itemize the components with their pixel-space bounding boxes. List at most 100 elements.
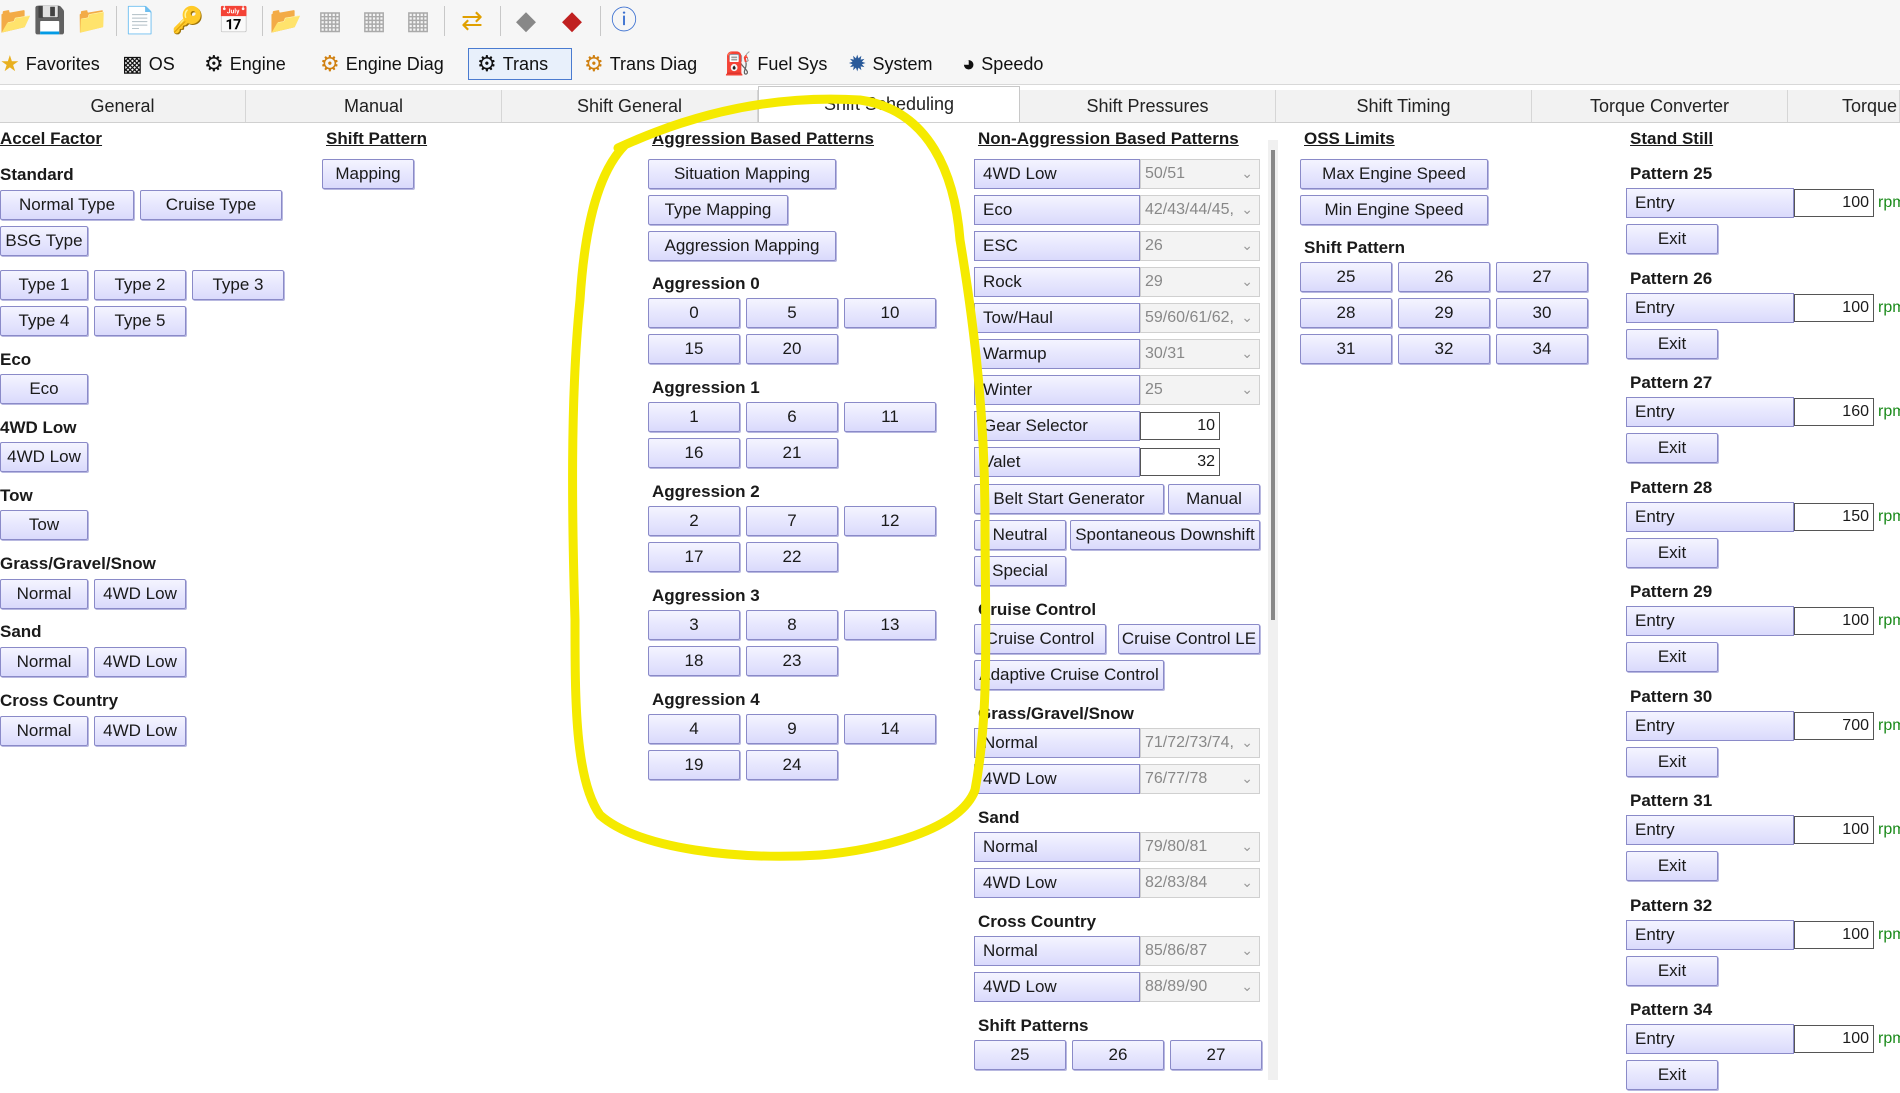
pattern-select[interactable]: 71/72/73/74, ⌄ [1140,728,1260,758]
neutral-button[interactable]: Neutral [974,520,1066,550]
nav-os[interactable]: ▩ OS [122,48,175,80]
entry-button[interactable]: Entry [1626,1024,1794,1054]
pattern-row-button[interactable]: Normal [974,728,1140,758]
pattern-select[interactable]: 42/43/44/45, ⌄ [1140,195,1260,225]
belt-start-generator-button[interactable]: Belt Start Generator [974,484,1164,514]
scrollbar-thumb[interactable] [1271,150,1275,620]
shift-pattern-button[interactable]: 25 [974,1040,1066,1070]
entry-rpm-input[interactable]: 100 [1794,816,1874,844]
entry-button[interactable]: Entry [1626,815,1794,845]
entry-rpm-input[interactable]: 100 [1794,1025,1874,1053]
type-4-button[interactable]: Type 4 [0,306,88,336]
aggression-pattern-button[interactable]: 8 [746,610,838,640]
nav-favorites[interactable]: ★ Favorites [0,48,100,80]
cruise-control-le-button[interactable]: Cruise Control LE [1118,624,1260,654]
tow-button[interactable]: Tow [0,510,88,540]
open-folder-icon[interactable]: 📂 [0,4,32,36]
exit-button[interactable]: Exit [1626,433,1718,463]
chip-icon[interactable]: ◆ [510,4,542,36]
pattern-row-button[interactable]: Eco [974,195,1140,225]
aggression-pattern-button[interactable]: 24 [746,750,838,780]
aggression-pattern-button[interactable]: 15 [648,334,740,364]
info-icon[interactable]: ⓘ [608,4,640,36]
cruise-control-button[interactable]: Cruise Control [974,624,1106,654]
type-3-button[interactable]: Type 3 [192,270,284,300]
key-user-icon[interactable]: 🔑 [172,4,204,36]
exit-button[interactable]: Exit [1626,746,1718,777]
ggs-4wd-low-button[interactable]: 4WD Low [94,579,186,609]
aggression-pattern-button[interactable]: 2 [648,506,740,536]
pattern-select[interactable]: 59/60/61/62, ⌄ [1140,303,1260,333]
exit-button[interactable]: Exit [1626,955,1718,986]
nav-engine-diag[interactable]: ⚙ Engine Diag [320,48,444,80]
shift-pattern-button[interactable]: 26 [1072,1040,1164,1070]
oss-pattern-button[interactable]: 28 [1300,298,1392,328]
pattern-row-button[interactable]: Rock [974,267,1140,297]
oss-pattern-button[interactable]: 27 [1496,262,1588,292]
oss-pattern-button[interactable]: 31 [1300,334,1392,364]
aggression-pattern-button[interactable]: 11 [844,402,936,432]
nav-engine[interactable]: ⚙ Engine [204,48,286,80]
tab-torque[interactable]: Torque [1788,90,1900,122]
tab-manual[interactable]: Manual [246,90,502,122]
pattern-row-button[interactable]: Tow/Haul [974,303,1140,333]
nav-fuel-sys[interactable]: ⛽ Fuel Sys [724,48,827,80]
adaptive-cruise-control-button[interactable]: Adaptive Cruise Control [974,660,1164,690]
type-1-button[interactable]: Type 1 [0,270,88,300]
exit-button[interactable]: Exit [1626,642,1718,672]
aggression-pattern-button[interactable]: 18 [648,646,740,676]
entry-rpm-input[interactable]: 160 [1794,398,1874,426]
aggression-pattern-button[interactable]: 9 [746,714,838,744]
tab-shift-general[interactable]: Shift General [502,90,758,122]
oss-pattern-button[interactable]: 34 [1496,334,1588,364]
oss-pattern-button[interactable]: 29 [1398,298,1490,328]
save-icon[interactable]: 💾 [34,4,66,36]
document-icon[interactable]: 📄 [124,4,156,36]
aggression-pattern-button[interactable]: 3 [648,610,740,640]
type-mapping-button[interactable]: Type Mapping [648,195,788,225]
folder-up-icon[interactable]: 📁 [76,4,108,36]
nav-trans-diag[interactable]: ⚙ Trans Diag [584,48,697,80]
pattern-select[interactable]: 76/77/78 ⌄ [1140,764,1260,794]
4wd-low-button[interactable]: 4WD Low [0,442,88,472]
entry-button[interactable]: Entry [1626,606,1794,636]
tab-shift-pressures[interactable]: Shift Pressures [1020,90,1276,122]
aggression-pattern-button[interactable]: 21 [746,438,838,468]
cc-normal-button[interactable]: Normal [0,716,88,746]
aggression-pattern-button[interactable]: 16 [648,438,740,468]
exit-button[interactable]: Exit [1626,1060,1718,1090]
pattern-row-button[interactable]: Winter [974,375,1140,405]
pattern-row-button[interactable]: 4WD Low [974,159,1140,189]
pattern-row-button[interactable]: 4WD Low [974,764,1140,794]
aggression-mapping-button[interactable]: Aggression Mapping [648,231,836,261]
aggression-pattern-button[interactable]: 23 [746,646,838,676]
entry-button[interactable]: Entry [1626,919,1794,950]
pattern-row-button[interactable]: Normal [974,936,1140,966]
pattern-select[interactable]: 85/86/87 ⌄ [1140,936,1260,966]
valet-input[interactable]: 32 [1140,448,1220,476]
aggression-pattern-button[interactable]: 0 [648,298,740,328]
folder-open-icon[interactable]: 📂 [270,4,302,36]
pattern-select[interactable]: 29 ⌄ [1140,267,1260,297]
type-5-button[interactable]: Type 5 [94,306,186,336]
pattern-row-button[interactable]: ESC [974,231,1140,261]
cc-4wd-low-button[interactable]: 4WD Low [94,716,186,746]
entry-rpm-input[interactable]: 100 [1794,189,1874,217]
eco-button[interactable]: Eco [0,374,88,404]
swap-arrows-icon[interactable]: ⇄ [456,4,488,36]
aggression-pattern-button[interactable]: 12 [844,506,936,536]
entry-button[interactable]: Entry [1626,501,1794,532]
entry-rpm-input[interactable]: 700 [1794,711,1874,740]
chip-red-icon[interactable]: ◆ [556,4,588,36]
aggression-pattern-button[interactable]: 19 [648,750,740,780]
entry-rpm-input[interactable]: 100 [1794,293,1874,322]
shift-pattern-button[interactable]: 27 [1170,1040,1262,1070]
tab-shift-timing[interactable]: Shift Timing [1276,90,1532,122]
aggression-pattern-button[interactable]: 22 [746,542,838,572]
gear-selector-button[interactable]: Gear Selector [974,411,1140,441]
bsg-type-button[interactable]: BSG Type [0,226,88,256]
pattern-select[interactable]: 88/89/90 ⌄ [1140,972,1260,1002]
aggression-pattern-button[interactable]: 14 [844,714,936,744]
calendar-icon[interactable]: 📅 [218,4,250,36]
entry-button[interactable]: Entry [1626,292,1794,323]
